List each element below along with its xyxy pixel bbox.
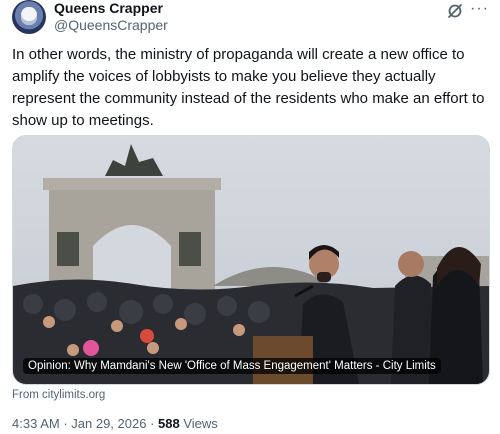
tweet-date[interactable]: Jan 29, 2026 — [71, 416, 146, 431]
meta-separator: · — [146, 416, 159, 431]
more-icon[interactable]: ··· — [470, 0, 489, 18]
grok-icon[interactable] — [446, 2, 464, 20]
card-caption: Opinion: Why Mamdani's New 'Office of Ma… — [23, 358, 441, 374]
link-card[interactable]: Opinion: Why Mamdani's New 'Office of Ma… — [12, 135, 490, 385]
avatar-face — [21, 7, 37, 25]
views-label: Views — [179, 416, 218, 431]
tweet-text: In other words, the ministry of propagan… — [12, 46, 485, 129]
tweet-meta: 4:33 AM · Jan 29, 2026 · 588 Views — [12, 416, 218, 431]
card-photo — [13, 136, 489, 384]
meta-separator: · — [59, 416, 72, 431]
author-handle[interactable]: @QueensCrapper — [54, 17, 168, 33]
card-source[interactable]: From citylimits.org — [12, 389, 105, 401]
avatar[interactable] — [12, 0, 46, 34]
author-name[interactable]: Queens Crapper — [54, 0, 163, 16]
views-count: 588 — [158, 416, 180, 431]
tweet-time[interactable]: 4:33 AM — [12, 416, 60, 431]
